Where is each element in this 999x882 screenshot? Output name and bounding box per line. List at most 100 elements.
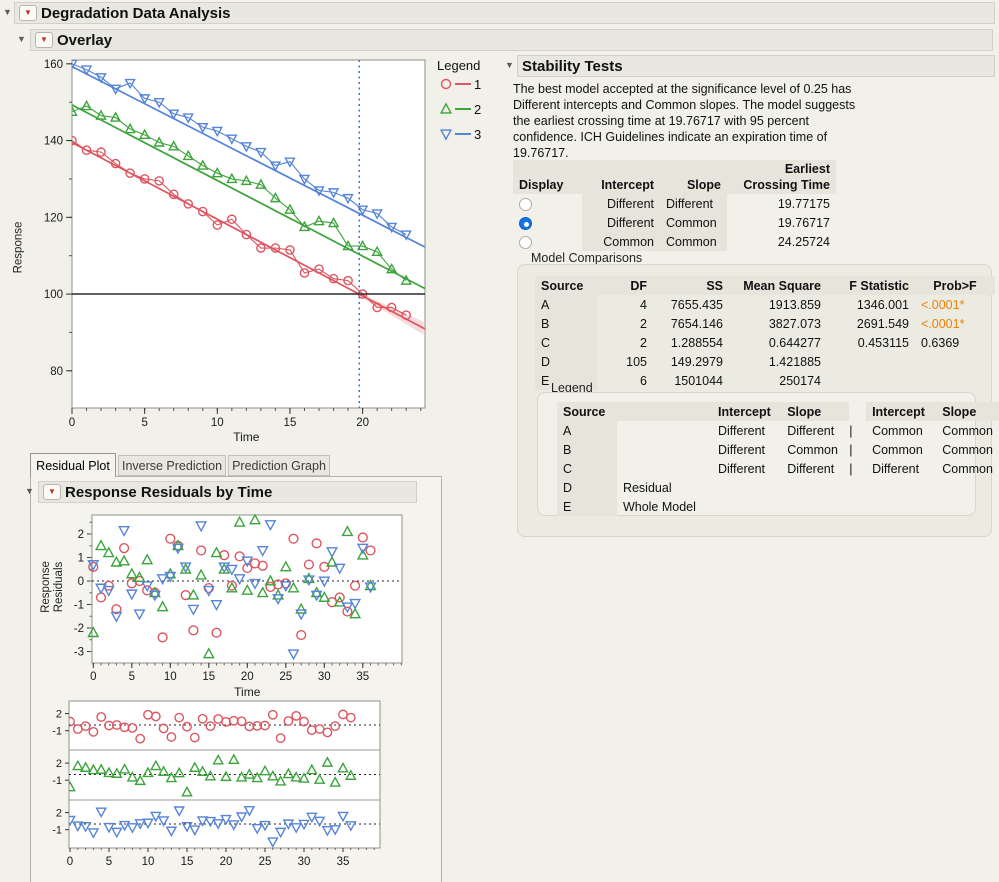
mc-cell: 1346.001 [827, 295, 915, 314]
legend-cell: Common [936, 421, 999, 440]
mc-cell: <.0001* [915, 314, 995, 333]
slope-cell: Common [660, 213, 727, 232]
collapse-triangle-stability[interactable]: ▼ [505, 61, 514, 70]
legend-item-3[interactable]: 3 [438, 126, 481, 142]
crossing-time-cell: 19.77175 [727, 194, 836, 213]
legend-cell: Residual [617, 478, 712, 497]
page-title: Degradation Data Analysis [41, 5, 231, 22]
legend-box-table: SourceInterceptSlopeInterceptSlopeADiffe… [557, 402, 999, 516]
svg-text:20: 20 [356, 417, 369, 429]
svg-text:2: 2 [56, 758, 62, 770]
red-triangle-icon: ▼ [40, 36, 48, 44]
residual-plot[interactable]: 210-1-2-305101520253035Time [40, 508, 442, 704]
red-triangle-icon: ▼ [48, 488, 56, 496]
model-comparisons-table: SourceDFSSMean SquareF StatisticProb>FA4… [535, 276, 995, 390]
red-triangle-menu-overlay[interactable]: ▼ [35, 32, 53, 48]
legend-cell: Different [712, 459, 781, 478]
mc-cell [915, 371, 995, 390]
mc-cell: C [535, 333, 597, 352]
legend-item-1[interactable]: 1 [438, 76, 481, 92]
svg-text:-1: -1 [74, 600, 84, 612]
svg-text:120: 120 [44, 212, 63, 224]
svg-text:-3: -3 [74, 647, 84, 659]
residual-strip-plots[interactable]: 2-12-12-105101520253035 [40, 694, 442, 882]
mc-cell: 0.6369 [915, 333, 995, 352]
svg-text:2: 2 [56, 709, 62, 721]
display-table-row: DifferentDifferent19.77175 [513, 194, 836, 213]
mc-cell: 4 [597, 295, 653, 314]
legend-col-Slope: Slope [781, 402, 849, 421]
mc-cell: 2 [597, 314, 653, 333]
collapse-triangle-root[interactable]: ▼ [3, 8, 12, 17]
mc-cell: 6 [597, 371, 653, 390]
legend-table-row: DResidual [557, 478, 999, 497]
model-comparisons-label: Model Comparisons [531, 251, 642, 265]
mc-cell [827, 371, 915, 390]
legend-col-blank [849, 402, 866, 421]
overlay-plot[interactable]: 1601401201008005101520Time [30, 56, 505, 448]
collapse-triangle-residuals[interactable]: ▼ [25, 487, 34, 496]
display-radio[interactable] [519, 236, 532, 249]
outline-bar-residuals[interactable]: ▼ Response Residuals by Time [38, 481, 417, 503]
mc-cell [915, 352, 995, 371]
legend-cell [866, 478, 936, 497]
intercept-cell: Different [582, 213, 660, 232]
legend-cell: B [557, 440, 617, 459]
mc-cell: 250174 [729, 371, 827, 390]
overlay-title: Overlay [57, 32, 112, 49]
svg-text:15: 15 [284, 417, 297, 429]
legend-table-row: CDifferentDifferent|DifferentCommon [557, 459, 999, 478]
svg-text:10: 10 [142, 856, 155, 868]
legend-table-row: EWhole Model [557, 497, 999, 516]
outline-bar-degradation[interactable]: ▼ Degradation Data Analysis [14, 2, 995, 24]
legend-cell [936, 497, 999, 516]
legend-cell: Common [866, 421, 936, 440]
tab-prediction-graph[interactable]: Prediction Graph [228, 455, 330, 476]
legend-cell [712, 478, 781, 497]
legend-table-row: ADifferentDifferent|CommonCommon [557, 421, 999, 440]
legend-cell [712, 497, 781, 516]
svg-text:20: 20 [220, 856, 233, 868]
svg-text:100: 100 [44, 289, 63, 301]
mc-cell: 0.453115 [827, 333, 915, 352]
svg-text:10: 10 [211, 417, 224, 429]
mc-table-row: E61501044250174 [535, 371, 995, 390]
slope-cell: Common [660, 232, 727, 251]
legend-cell: Different [781, 421, 849, 440]
legend-cell [781, 497, 849, 516]
red-triangle-menu-residuals[interactable]: ▼ [43, 484, 61, 500]
overlay-y-axis-label: Response [13, 208, 26, 288]
intercept-cell: Different [582, 194, 660, 213]
svg-text:1: 1 [78, 553, 84, 565]
display-radio[interactable] [519, 198, 532, 211]
mc-table-row: C21.2885540.6442770.4531150.6369 [535, 333, 995, 352]
mc-cell: 149.2979 [653, 352, 729, 371]
legend-cell: Different [781, 459, 849, 478]
legend-cell: Common [936, 440, 999, 459]
svg-text:Time: Time [233, 430, 260, 444]
red-triangle-menu-root[interactable]: ▼ [19, 5, 37, 21]
stability-summary: The best model accepted at the significa… [513, 81, 893, 161]
outline-bar-stability[interactable]: Stability Tests [517, 55, 995, 77]
legend-cell [936, 478, 999, 497]
legend-cell: Different [712, 421, 781, 440]
col-slope: Slope [660, 160, 727, 194]
svg-text:5: 5 [106, 856, 112, 868]
display-radio[interactable] [519, 217, 532, 230]
tab-inverse-prediction[interactable]: Inverse Prediction [118, 455, 226, 476]
legend-col-Intercept: Intercept [712, 402, 781, 421]
svg-text:-2: -2 [74, 623, 84, 635]
mc-col-Mean Square: Mean Square [729, 276, 827, 295]
legend-cell [781, 478, 849, 497]
svg-text:5: 5 [129, 671, 135, 683]
legend-col-Intercept: Intercept [866, 402, 936, 421]
mc-cell: 1913.859 [729, 295, 827, 314]
mc-cell: A [535, 295, 597, 314]
svg-text:140: 140 [44, 136, 63, 148]
collapse-triangle-overlay[interactable]: ▼ [17, 35, 26, 44]
tab-residual-plot[interactable]: Residual Plot [30, 453, 116, 477]
display-model-table: DisplayInterceptSlopeEarliestCrossing Ti… [513, 160, 836, 251]
outline-bar-overlay[interactable]: ▼ Overlay [30, 29, 993, 51]
mc-cell: 7654.146 [653, 314, 729, 333]
legend-item-2[interactable]: 2 [438, 101, 481, 117]
